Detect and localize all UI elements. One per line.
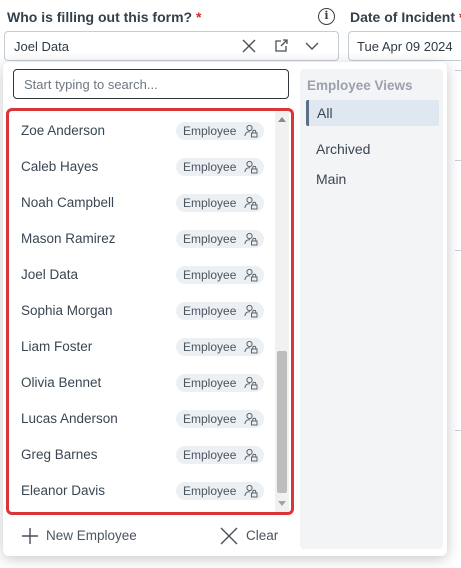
user-lock-icon	[244, 196, 258, 210]
employee-name: Greg Barnes	[21, 447, 98, 462]
user-lock-icon	[244, 484, 258, 498]
employee-row[interactable]: Mason Ramirez Employee	[9, 221, 273, 257]
employee-name: Sophia Morgan	[21, 303, 113, 318]
date-of-incident-label-text: Date of Incident	[350, 9, 456, 25]
background-divider	[455, 70, 461, 71]
user-lock-icon	[244, 412, 258, 426]
chevron-down-icon[interactable]	[304, 38, 320, 54]
view-item-label: Main	[316, 171, 347, 187]
employee-type-badge: Employee	[176, 158, 264, 176]
scrollbar[interactable]	[275, 111, 289, 512]
employee-row[interactable]: Noah Campbell Employee	[9, 185, 273, 221]
user-lock-icon	[244, 448, 258, 462]
employee-type-badge: Employee	[176, 446, 264, 464]
view-item-label: All	[317, 105, 333, 121]
employee-name: Joel Data	[21, 267, 79, 282]
employee-type-label: Employee	[183, 484, 237, 498]
user-lock-icon	[244, 376, 258, 390]
employee-row[interactable]: Sophia Morgan Employee	[9, 293, 273, 329]
employee-type-badge: Employee	[176, 194, 264, 212]
employee-row[interactable]: Greg Barnes Employee	[9, 437, 273, 473]
user-lock-icon	[244, 232, 258, 246]
employee-type-label: Employee	[183, 448, 237, 462]
employee-row[interactable]: Eleanor Davis Employee	[9, 473, 273, 509]
employee-type-label: Employee	[183, 196, 237, 210]
scroll-thumb[interactable]	[277, 351, 287, 493]
employee-type-label: Employee	[183, 376, 237, 390]
scroll-down-arrow[interactable]	[278, 501, 286, 506]
open-external-icon[interactable]	[273, 38, 289, 54]
employee-name: Eleanor Davis	[21, 483, 106, 498]
employee-type-label: Employee	[183, 304, 237, 318]
employee-select[interactable]: Joel Data	[4, 31, 339, 61]
employee-name: Olivia Bennet	[21, 375, 102, 390]
employee-type-label: Employee	[183, 412, 237, 426]
employee-type-badge: Employee	[176, 338, 264, 356]
employee-type-badge: Employee	[176, 302, 264, 320]
background-divider	[455, 160, 461, 161]
employee-row[interactable]: Lucas Anderson Employee	[9, 401, 273, 437]
employee-name: Noah Campbell	[21, 195, 115, 210]
scroll-up-arrow[interactable]	[278, 117, 286, 122]
date-of-incident-field[interactable]: Tue Apr 09 2024	[348, 31, 461, 61]
plus-icon	[22, 528, 38, 544]
employee-type-badge: Employee	[176, 122, 264, 140]
background-divider	[455, 250, 461, 251]
employee-name: Mason Ramirez	[21, 231, 116, 246]
user-lock-icon	[244, 304, 258, 318]
selected-employee-value: Joel Data	[14, 39, 69, 54]
employee-row[interactable]: Joel Data Employee	[9, 257, 273, 293]
employee-row[interactable]: Zoe Anderson Employee	[9, 113, 273, 149]
search-input[interactable]	[13, 69, 289, 99]
employee-type-label: Employee	[183, 340, 237, 354]
employee-name: Caleb Hayes	[21, 159, 99, 174]
employee-type-label: Employee	[183, 160, 237, 174]
employee-type-badge: Employee	[176, 410, 264, 428]
date-of-incident-value: Tue Apr 09 2024	[357, 39, 453, 54]
user-lock-icon	[244, 340, 258, 354]
employee-row[interactable]: Caleb Hayes Employee	[9, 149, 273, 185]
employee-type-label: Employee	[183, 232, 237, 246]
who-filling-label: Who is filling out this form? *	[7, 9, 201, 25]
employee-row[interactable]: Olivia Bennet Employee	[9, 365, 273, 401]
background-divider	[455, 430, 461, 431]
employee-row[interactable]: Liam Foster Employee	[9, 329, 273, 365]
employee-dropdown: Zoe AndersonEmployeeCaleb HayesEmployeeN…	[3, 62, 447, 556]
employee-type-badge: Employee	[176, 482, 264, 500]
view-item-label: Archived	[316, 141, 371, 157]
employee-name: Liam Foster	[21, 339, 93, 354]
clear-label: Clear	[246, 528, 279, 543]
employee-type-badge: Employee	[176, 374, 264, 392]
required-mark: *	[195, 9, 202, 25]
employee-type-badge: Employee	[176, 266, 264, 284]
user-lock-icon	[244, 160, 258, 174]
view-item-all[interactable]: All	[306, 100, 439, 126]
user-lock-icon	[244, 124, 258, 138]
employee-list-highlight: Zoe Anderson Employee Caleb Hayes Employee N…	[6, 108, 294, 515]
employee-type-label: Employee	[183, 124, 237, 138]
views-title: Employee Views	[307, 78, 413, 93]
date-of-incident-label: Date of Incident *	[350, 9, 461, 25]
close-icon[interactable]	[241, 38, 257, 54]
close-icon	[220, 527, 238, 545]
employee-list[interactable]: Zoe Anderson Employee Caleb Hayes Employee N…	[9, 111, 273, 512]
employee-type-label: Employee	[183, 268, 237, 282]
employee-name: Lucas Anderson	[21, 411, 118, 426]
view-item-archived[interactable]: Archived	[306, 136, 439, 162]
employee-views-panel: Employee Views All Archived Main	[300, 69, 443, 549]
employee-type-badge: Employee	[176, 230, 264, 248]
employee-name: Zoe Anderson	[21, 123, 106, 138]
new-employee-label: New Employee	[46, 528, 137, 543]
info-icon[interactable]: i	[318, 8, 335, 25]
user-lock-icon	[244, 268, 258, 282]
view-item-main[interactable]: Main	[306, 166, 439, 192]
who-filling-label-text: Who is filling out this form?	[7, 9, 193, 25]
